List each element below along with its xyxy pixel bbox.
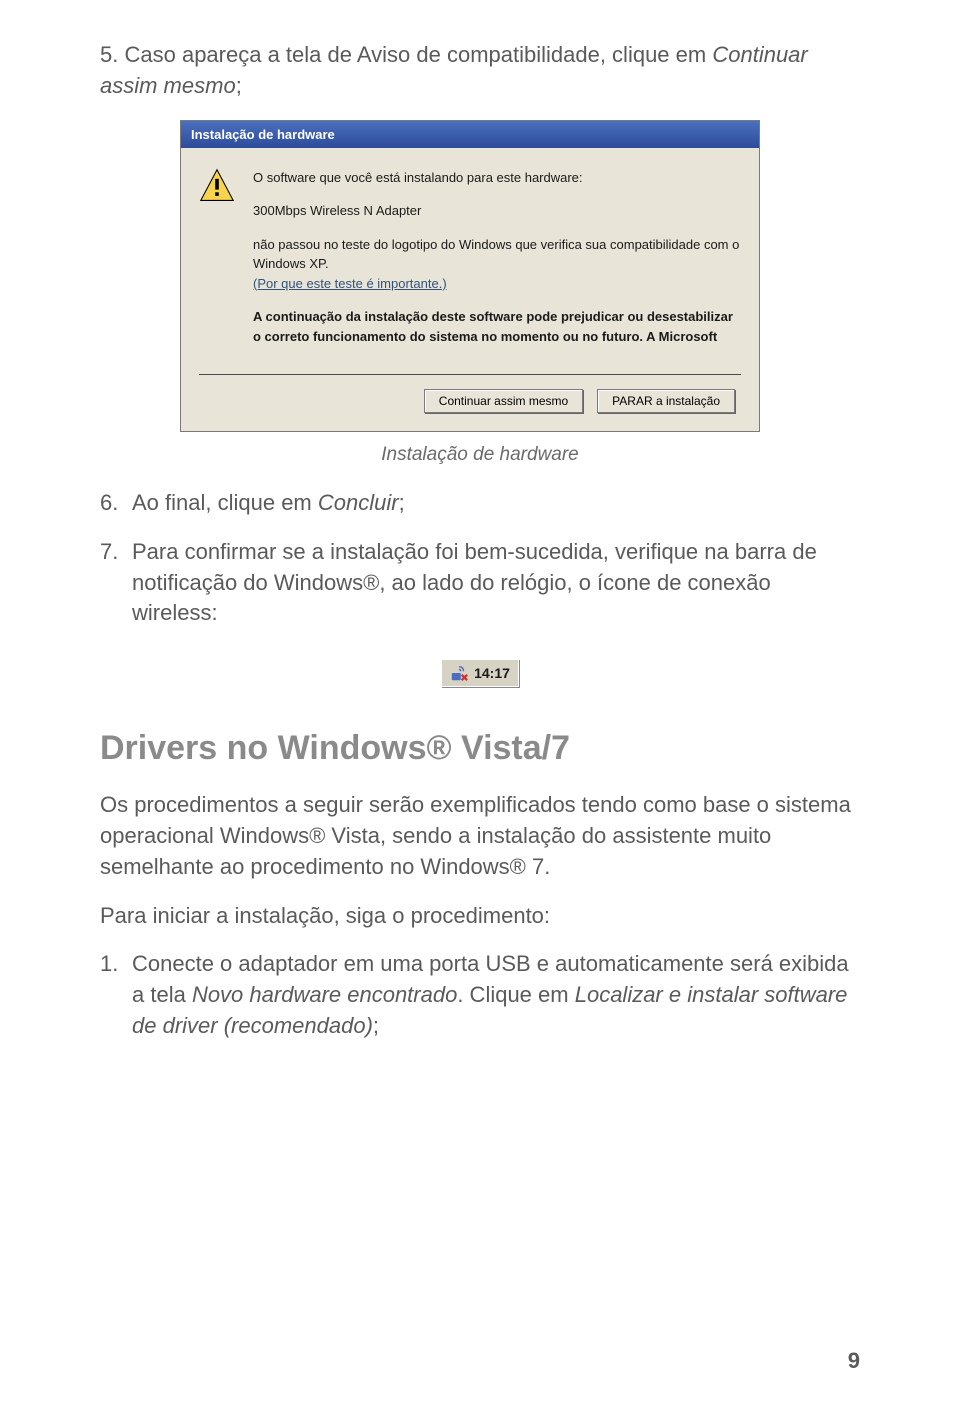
step-5-num: 5. [100, 42, 118, 67]
section-heading: Drivers no Windows® Vista/7 [100, 729, 860, 768]
wireless-icon [450, 664, 468, 682]
figure-caption: Instalação de hardware [100, 444, 860, 466]
hardware-install-dialog: Instalação de hardware O software que vo… [180, 120, 760, 433]
step-1b-num: 1. [100, 949, 132, 1041]
dialog-message: O software que você está instalando para… [253, 168, 741, 361]
step-1b-text-e: ; [373, 1013, 379, 1038]
step-6-num: 6. [100, 488, 132, 519]
step-7-num: 7. [100, 537, 132, 629]
step-6-text-c: ; [399, 490, 405, 515]
dialog-divider [199, 374, 741, 375]
page-number: 9 [848, 1348, 860, 1374]
step-6: 6. Ao final, clique em Concluir; [100, 488, 860, 519]
dialog-device: 300Mbps Wireless N Adapter [253, 201, 741, 221]
step-7-text: Para confirmar se a instalação foi bem-s… [132, 537, 860, 629]
dialog-button-row: Continuar assim mesmo PARAR a instalação [199, 389, 741, 413]
step-6-text-b: Concluir [318, 490, 399, 515]
tray-clock: 14:17 [474, 665, 510, 681]
step-5-text-c: ; [236, 73, 242, 98]
section-p1: Os procedimentos a seguir serão exemplif… [100, 790, 860, 882]
continue-anyway-button[interactable]: Continuar assim mesmo [424, 389, 583, 413]
tray-screenshot: 14:17 [100, 647, 860, 699]
dialog-link[interactable]: (Por que este teste é importante.) [253, 276, 447, 291]
system-tray: 14:17 [441, 659, 519, 687]
step-7: 7. Para confirmar se a instalação foi be… [100, 537, 860, 629]
dialog-screenshot: Instalação de hardware O software que vo… [180, 120, 860, 433]
section-p2: Para iniciar a instalação, siga o proced… [100, 901, 860, 932]
step-5: 5. Caso apareça a tela de Aviso de compa… [100, 40, 860, 102]
step-1b-text-b: Novo hardware encontrado [192, 982, 457, 1007]
warning-icon [199, 168, 235, 204]
dialog-bold: A continuação da instalação deste softwa… [253, 307, 741, 346]
step-1b-text-c: . Clique em [457, 982, 574, 1007]
dialog-line3a: não passou no teste do logotipo do Windo… [253, 237, 739, 272]
dialog-body: O software que você está instalando para… [181, 148, 759, 432]
step-5-text-a: Caso apareça a tela de Aviso de compatib… [124, 42, 712, 67]
dialog-titlebar: Instalação de hardware [181, 121, 759, 148]
stop-installation-button[interactable]: PARAR a instalação [597, 389, 735, 413]
step-1b: 1. Conecte o adaptador em uma porta USB … [100, 949, 860, 1041]
dialog-line1: O software que você está instalando para… [253, 168, 741, 188]
step-6-text-a: Ao final, clique em [132, 490, 318, 515]
